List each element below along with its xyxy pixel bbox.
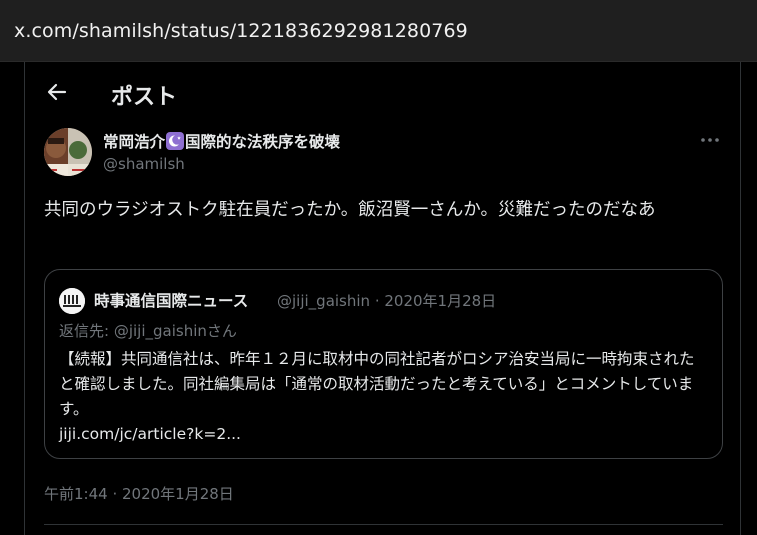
back-button[interactable] xyxy=(45,80,69,104)
crescent-moon-icon xyxy=(166,132,185,150)
jiji-press-logo-icon xyxy=(59,288,85,314)
quoted-body: 【続報】共同通信社は、昨年１２月に取材中の同社記者がロシア治安当局に一時拘束され… xyxy=(59,347,709,447)
more-options-button[interactable] xyxy=(699,132,721,148)
quoted-author-name: 時事通信国際ニュース xyxy=(94,292,249,310)
post-page: ポスト 常岡浩介 国際的な法秩序を破壊 @shamilsh 共同のウラジオストク駐… xyxy=(24,62,741,535)
quoted-tweet-card[interactable]: 時事通信国際ニュース @jiji_gaishin · 2020年1月28日 返信… xyxy=(44,269,723,459)
page-title: ポスト xyxy=(111,85,178,110)
author-display-name[interactable]: 常岡浩介 国際的な法秩序を破壊 xyxy=(103,130,340,152)
author-handle[interactable]: @shamilsh xyxy=(103,155,185,173)
quoted-reply-to: 返信先: @jiji_gaishinさん xyxy=(59,322,237,340)
tweet-text: 共同のウラジオストク駐在員だったか。飯沼賢一さんか。災難だったのだなあ xyxy=(44,200,656,220)
author-name-part2: 国際的な法秩序を破壊 xyxy=(185,133,341,151)
quoted-meta: @jiji_gaishin · 2020年1月28日 xyxy=(277,292,497,310)
url-text[interactable]: x.com/shamilsh/status/122183629298128076… xyxy=(14,20,468,42)
quoted-link[interactable]: jiji.com/jc/article?k=2... xyxy=(59,425,241,443)
arrow-left-icon xyxy=(47,83,67,101)
browser-address-bar[interactable]: x.com/shamilsh/status/122183629298128076… xyxy=(0,0,757,62)
quoted-author-avatar xyxy=(59,288,85,314)
divider xyxy=(44,524,723,525)
quoted-body-text: 【続報】共同通信社は、昨年１２月に取材中の同社記者がロシア治安当局に一時拘束され… xyxy=(59,350,695,418)
author-name-part1: 常岡浩介 xyxy=(103,133,166,151)
more-horizontal-icon xyxy=(701,138,719,142)
tweet-timestamp[interactable]: 午前1:44 · 2020年1月28日 xyxy=(44,483,234,504)
author-avatar[interactable] xyxy=(44,128,92,176)
avatar-image xyxy=(44,128,92,176)
